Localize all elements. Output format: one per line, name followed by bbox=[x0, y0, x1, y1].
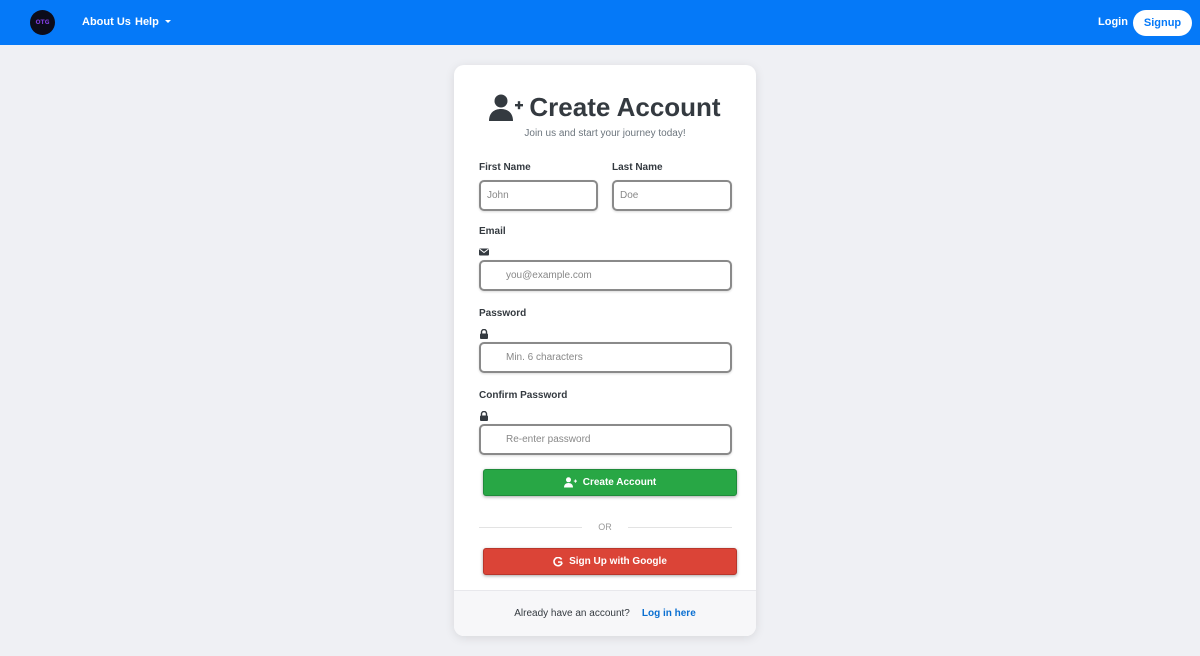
signup-card: Create Account Join us and start your jo… bbox=[454, 65, 756, 636]
navbar: OTG About Us Help Login Signup bbox=[0, 0, 1200, 45]
email-input[interactable]: you@example.com bbox=[479, 260, 732, 291]
nav-help-dropdown[interactable]: Help bbox=[135, 16, 171, 28]
login-link[interactable]: Log in here bbox=[642, 608, 696, 619]
last-name-placeholder: Doe bbox=[620, 190, 639, 201]
create-account-button-label: Create Account bbox=[582, 477, 657, 488]
logo[interactable]: OTG bbox=[30, 10, 55, 35]
confirm-password-placeholder: Re-enter password bbox=[506, 434, 591, 445]
last-name-label: Last Name bbox=[612, 162, 663, 173]
signup-button[interactable]: Signup bbox=[1133, 10, 1192, 36]
page-title-text: Create Account bbox=[529, 92, 721, 122]
envelope-icon bbox=[479, 248, 489, 256]
nav-help-label: Help bbox=[135, 16, 159, 28]
last-name-input[interactable]: Doe bbox=[612, 180, 732, 211]
nav-login-label: Login bbox=[1098, 16, 1128, 28]
google-signup-button[interactable]: Sign Up with Google bbox=[483, 548, 737, 575]
lock-icon bbox=[480, 329, 488, 339]
divider-line-right bbox=[628, 527, 732, 528]
card-footer: Already have an account? Log in here bbox=[454, 590, 756, 636]
first-name-placeholder: John bbox=[487, 190, 509, 201]
page-title: Create Account bbox=[454, 92, 756, 123]
caret-down-icon bbox=[164, 20, 171, 23]
footer-text: Already have an account? bbox=[514, 608, 630, 619]
signup-button-label: Signup bbox=[1143, 17, 1182, 29]
password-placeholder: Min. 6 characters bbox=[506, 352, 583, 363]
password-input[interactable]: Min. 6 characters bbox=[479, 342, 732, 373]
password-label: Password bbox=[479, 308, 527, 319]
email-placeholder: you@example.com bbox=[506, 270, 592, 281]
nav-login[interactable]: Login bbox=[1098, 16, 1128, 28]
user-plus-icon bbox=[563, 477, 577, 488]
google-icon bbox=[553, 556, 563, 566]
email-label: Email bbox=[479, 226, 506, 237]
nav-about-us-label: About Us bbox=[82, 16, 131, 28]
logo-text: OTG bbox=[35, 19, 50, 26]
first-name-label: First Name bbox=[479, 162, 531, 173]
create-account-button[interactable]: Create Account bbox=[483, 469, 737, 496]
page-subtitle: Join us and start your journey today! bbox=[524, 128, 686, 139]
first-name-input[interactable]: John bbox=[479, 180, 598, 211]
nav-about-us[interactable]: About Us bbox=[82, 16, 131, 28]
confirm-password-label: Confirm Password bbox=[479, 390, 568, 401]
user-plus-icon bbox=[489, 94, 524, 121]
google-signup-button-label: Sign Up with Google bbox=[569, 556, 667, 567]
confirm-password-input[interactable]: Re-enter password bbox=[479, 424, 732, 455]
lock-icon bbox=[480, 411, 488, 421]
